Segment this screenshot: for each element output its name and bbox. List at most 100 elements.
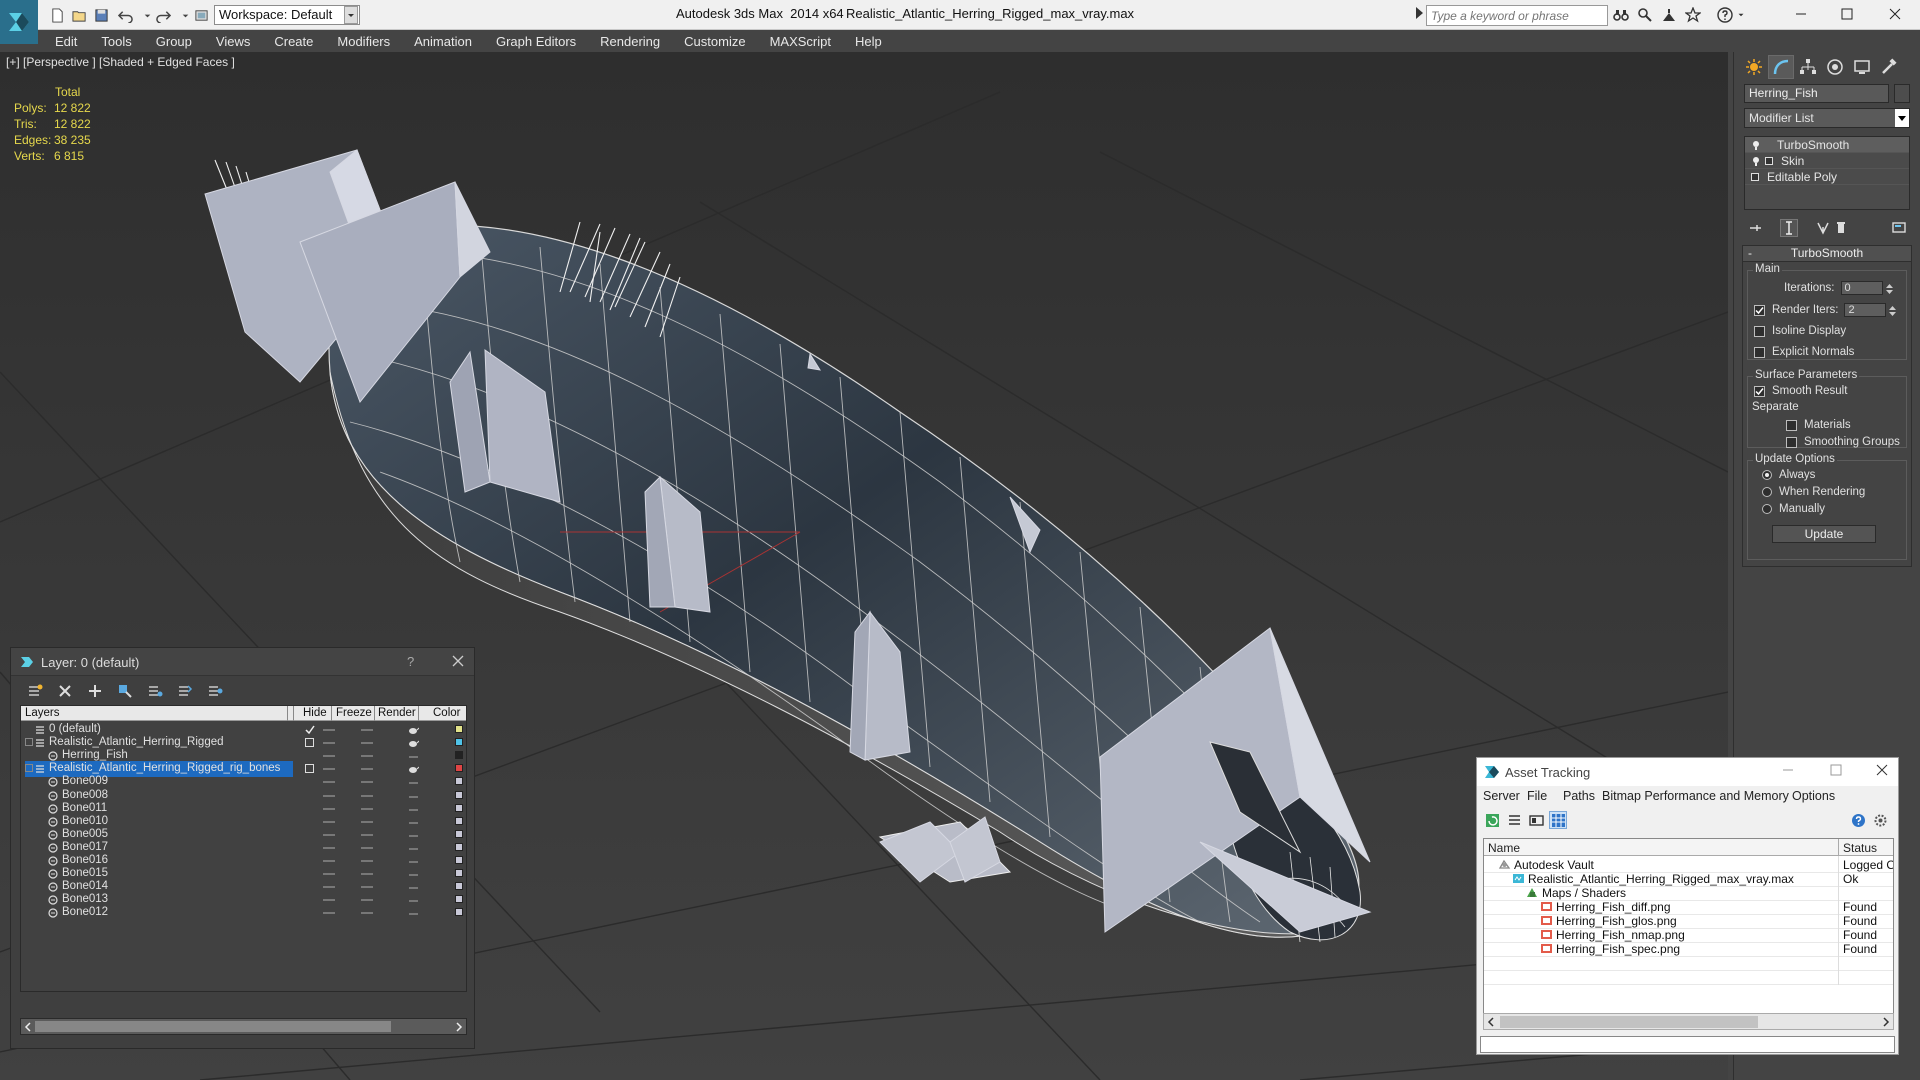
- help-button[interactable]: ?: [407, 654, 414, 669]
- open-file-icon[interactable]: [70, 6, 88, 24]
- menu-modifiers[interactable]: Modifiers: [337, 34, 390, 49]
- column-name[interactable]: Name: [1488, 841, 1520, 855]
- help-dropdown-icon[interactable]: [1736, 6, 1746, 24]
- table-view-icon[interactable]: [1549, 811, 1567, 829]
- color-swatch[interactable]: [455, 895, 463, 904]
- color-swatch[interactable]: [455, 829, 463, 838]
- freeze-toggle[interactable]: [361, 886, 373, 889]
- column-freeze[interactable]: Freeze: [336, 707, 372, 719]
- current-layer-box[interactable]: [305, 764, 314, 774]
- render-teapot-icon[interactable]: [408, 725, 419, 735]
- color-swatch[interactable]: [455, 777, 463, 786]
- hierarchy-tab[interactable]: [1795, 55, 1821, 79]
- column-hide[interactable]: Hide: [303, 707, 327, 719]
- render-teapot-icon[interactable]: [408, 895, 419, 905]
- current-layer-checkmark-icon[interactable]: [305, 725, 315, 735]
- minimize-button[interactable]: [1778, 0, 1824, 28]
- menu-views[interactable]: Views: [216, 34, 250, 49]
- hide-toggle[interactable]: [323, 873, 335, 876]
- column-render[interactable]: Render: [378, 707, 416, 719]
- scroll-right-icon[interactable]: [1882, 1017, 1890, 1027]
- utilities-tab[interactable]: [1876, 55, 1902, 79]
- settings-icon[interactable]: [1871, 811, 1889, 829]
- configure-modifier-sets-icon[interactable]: [1890, 219, 1908, 237]
- menu-edit[interactable]: Edit: [55, 34, 77, 49]
- iterations-spinner[interactable]: 0: [1840, 281, 1893, 295]
- render-teapot-icon[interactable]: [408, 777, 419, 787]
- hide-all-layers-icon[interactable]: [205, 681, 225, 701]
- search-expand-icon[interactable]: [1416, 7, 1423, 19]
- set-current-layer-icon[interactable]: [175, 681, 195, 701]
- asset-menu-file[interactable]: File: [1527, 789, 1547, 803]
- object-row[interactable]: Bone012: [21, 905, 466, 921]
- hide-toggle[interactable]: [323, 846, 335, 849]
- column-layers[interactable]: Layers: [25, 707, 60, 719]
- expand-toggle-icon[interactable]: [25, 738, 33, 747]
- display-tab[interactable]: [1849, 55, 1875, 79]
- render-teapot-icon[interactable]: [408, 804, 419, 814]
- render-teapot-icon[interactable]: [408, 738, 419, 748]
- update-button[interactable]: Update: [1772, 525, 1876, 543]
- column-status[interactable]: Status: [1843, 841, 1877, 855]
- freeze-toggle[interactable]: [361, 873, 373, 876]
- asset-menu-server[interactable]: Server: [1483, 789, 1520, 803]
- freeze-toggle[interactable]: [361, 768, 373, 771]
- render-teapot-icon[interactable]: [408, 830, 419, 840]
- expand-toggle-icon[interactable]: [25, 764, 33, 773]
- maximize-icon[interactable]: [1829, 763, 1843, 777]
- thumbnail-view-icon[interactable]: [1527, 811, 1545, 829]
- freeze-toggle[interactable]: [361, 807, 373, 810]
- expand-box-icon[interactable]: [1751, 172, 1759, 181]
- layer-table[interactable]: Layers Hide Freeze Render Color 0 (defau…: [20, 705, 467, 992]
- asset-tracking-titlebar[interactable]: Asset Tracking: [1477, 758, 1898, 786]
- color-swatch[interactable]: [455, 738, 463, 747]
- hide-toggle[interactable]: [323, 742, 335, 745]
- scroll-thumb[interactable]: [35, 1021, 391, 1032]
- column-color[interactable]: Color: [433, 707, 460, 719]
- motion-tab[interactable]: [1822, 55, 1848, 79]
- when-rendering-radio[interactable]: [1762, 487, 1772, 497]
- help-icon[interactable]: [1716, 6, 1734, 24]
- render-teapot-icon[interactable]: [408, 856, 419, 866]
- hide-toggle[interactable]: [323, 755, 335, 758]
- menu-rendering[interactable]: Rendering: [600, 34, 660, 49]
- color-swatch[interactable]: [455, 856, 463, 864]
- color-swatch[interactable]: [455, 764, 463, 773]
- scroll-left-icon[interactable]: [24, 1022, 32, 1032]
- subscription-icon[interactable]: [1636, 6, 1654, 24]
- select-layer-icon[interactable]: [145, 681, 165, 701]
- freeze-toggle[interactable]: [361, 781, 373, 784]
- hide-toggle[interactable]: [323, 794, 335, 797]
- modifier-list-dropdown[interactable]: Modifier List: [1744, 108, 1910, 128]
- object-color-swatch[interactable]: [1894, 84, 1910, 103]
- color-swatch[interactable]: [455, 842, 463, 851]
- freeze-toggle[interactable]: [361, 860, 373, 862]
- expand-box-icon[interactable]: [1765, 156, 1773, 165]
- render-teapot-icon[interactable]: [408, 751, 419, 761]
- create-layer-icon[interactable]: [25, 681, 45, 701]
- scroll-right-icon[interactable]: [455, 1022, 463, 1032]
- favorites-star-icon[interactable]: [1684, 6, 1702, 24]
- render-iters-checkbox[interactable]: [1754, 304, 1765, 316]
- lightbulb-icon[interactable]: [1751, 156, 1761, 166]
- search-input[interactable]: [1426, 5, 1608, 26]
- select-objects-icon[interactable]: [115, 681, 135, 701]
- close-button[interactable]: [1872, 0, 1918, 28]
- asset-horizontal-scrollbar[interactable]: [1483, 1013, 1894, 1030]
- workspace-dropdown-button[interactable]: [344, 6, 358, 24]
- new-file-icon[interactable]: [48, 6, 66, 24]
- close-icon[interactable]: [451, 654, 465, 668]
- current-layer-box[interactable]: [305, 738, 314, 748]
- redo-icon[interactable]: [154, 6, 172, 24]
- menu-customize[interactable]: Customize: [684, 34, 745, 49]
- delete-layer-icon[interactable]: [55, 681, 75, 701]
- asset-menu-options[interactable]: Options: [1792, 789, 1835, 803]
- freeze-toggle[interactable]: [361, 912, 373, 915]
- hide-toggle[interactable]: [323, 886, 335, 889]
- color-swatch[interactable]: [455, 725, 463, 733]
- layer-horizontal-scrollbar[interactable]: [20, 1018, 467, 1035]
- workspace-dropdown[interactable]: Workspace: Default: [214, 5, 360, 25]
- hide-toggle[interactable]: [323, 912, 335, 915]
- scroll-thumb[interactable]: [1500, 1016, 1758, 1028]
- menu-graph-editors[interactable]: Graph Editors: [496, 34, 576, 49]
